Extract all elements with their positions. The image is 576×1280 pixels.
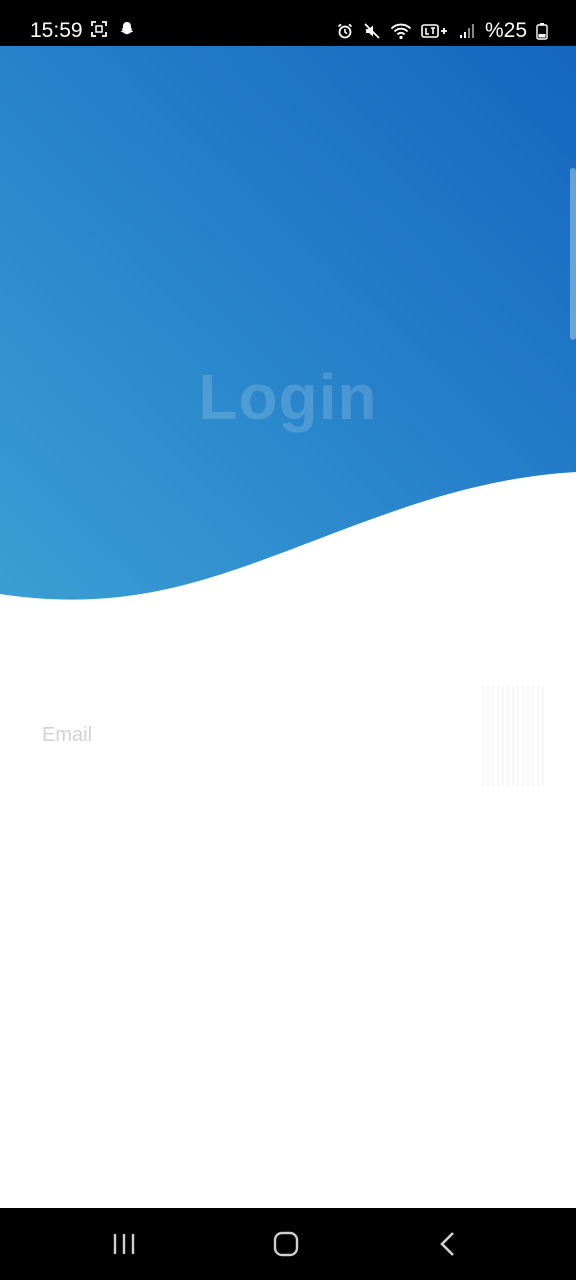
login-screen: 15:59 %25 Login Email: [0, 0, 576, 1280]
email-field-adornment: [482, 686, 544, 786]
back-icon[interactable]: [424, 1226, 472, 1262]
status-bar: 15:59 %25: [0, 0, 576, 46]
status-left-icons: [90, 20, 136, 38]
mute-icon: [363, 22, 381, 40]
signal-icon: [458, 22, 476, 40]
wifi-icon: [390, 22, 412, 40]
lte-icon: [421, 22, 449, 40]
battery-percent: %25: [484, 19, 527, 42]
snapchat-ghost-icon: [118, 20, 136, 38]
status-right-icons: %25: [336, 20, 548, 42]
login-title: Login: [198, 361, 378, 433]
screenshot-icon: [90, 20, 108, 38]
home-icon[interactable]: [262, 1226, 310, 1262]
battery-icon: [536, 22, 548, 40]
header-wave: [0, 46, 576, 606]
alarm-icon: [336, 22, 354, 40]
email-input[interactable]: [32, 686, 548, 788]
status-time: 15:59: [30, 19, 83, 42]
email-field[interactable]: Email: [32, 686, 548, 788]
navigation-bar: [0, 1208, 576, 1280]
recent-apps-icon[interactable]: [100, 1226, 148, 1262]
scroll-indicator[interactable]: [570, 168, 576, 340]
